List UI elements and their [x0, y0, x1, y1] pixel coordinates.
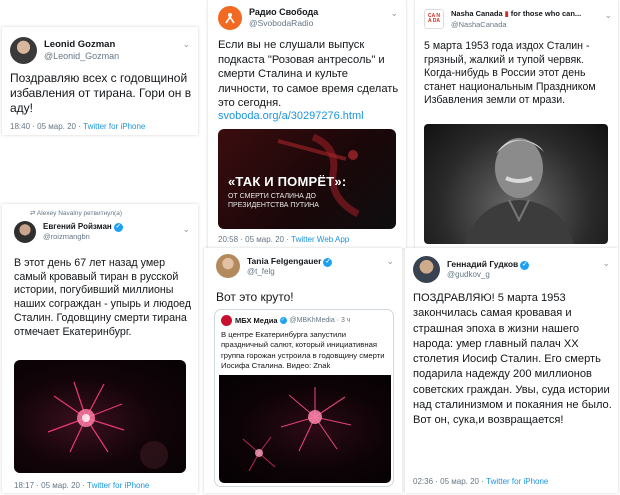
tweet-text: ПОЗДРАВЛЯЮ! 5 марта 1953 закончилась сам…	[413, 292, 612, 427]
tweet-time: 18:17 · 05 мар. 20 ·	[14, 481, 85, 490]
display-name[interactable]: Радио Свобода	[249, 7, 318, 18]
tweet-time: 20:58 · 05 мар. 20 ·	[218, 235, 289, 244]
tweet-text: Если вы не слушали выпуск подкаста "Розо…	[218, 39, 399, 109]
display-name[interactable]: Евгений Ройзман ✓	[43, 222, 123, 233]
tweet-card-roizman[interactable]: ⇄ Alexey Navalny ретвитнул(а) Евгений Ро…	[2, 204, 198, 493]
fireworks-image[interactable]	[14, 360, 186, 473]
stalin-portrait-image[interactable]	[424, 124, 608, 244]
podcast-preview-image[interactable]: «ТАК И ПОМРЁТ»: ОТ СМЕРТИ СТАЛИНА ДО ПРЕ…	[218, 129, 396, 229]
user-handle[interactable]: @SvobodaRadio	[249, 18, 318, 29]
tweet-card-felgengauer[interactable]: Tania Felgengauer ✓ @t_felg ⌄ Вот это кру…	[204, 248, 402, 493]
user-handle[interactable]: @gudkov_g	[447, 270, 529, 280]
tweet-text: В этот день 67 лет назад умер самый кров…	[14, 257, 192, 338]
podcast-subtitle: ОТ СМЕРТИ СТАЛИНА ДО ПРЕЗИДЕНТСТВА ПУТИН…	[228, 193, 319, 209]
chevron-down-icon[interactable]: ⌄	[182, 39, 190, 50]
tweet-card-gudkov[interactable]: Геннадий Гудков ✓ @gudkov_g ⌄ ПОЗДРАВЛЯЮ!…	[405, 248, 618, 493]
tweet-timestamp[interactable]: 02:36 · 05 мар. 20 · Twitter for iPhone	[413, 477, 548, 486]
verified-badge-icon: ✓	[113, 223, 123, 233]
verified-badge-icon: ✓	[520, 261, 530, 270]
chevron-down-icon[interactable]: ⌄	[604, 10, 612, 21]
retweet-icon: ⇄	[30, 210, 36, 217]
display-name[interactable]: Nasha Canada ▮ for those who can...	[451, 9, 581, 20]
user-handle[interactable]: @roizmangbn	[43, 232, 123, 241]
fireworks-burst	[47, 381, 168, 469]
tweet-timestamp[interactable]: 20:58 · 05 мар. 20 · Twitter Web App	[218, 235, 349, 244]
display-name[interactable]: Tania Felgengauer ✓	[247, 256, 333, 267]
quoted-avatar[interactable]	[221, 315, 232, 326]
chevron-down-icon[interactable]: ⌄	[602, 258, 610, 269]
tweet-text: Вот это круто!	[216, 290, 294, 304]
fireworks-burst	[242, 387, 352, 472]
tweet-text: 5 марта 1953 года издох Сталин - грязный…	[424, 40, 596, 107]
tweet-source[interactable]: Twitter Web App	[291, 235, 349, 244]
tweet-card-nashacanada[interactable]: CA NA DA Nasha Canada ▮ for those who ca…	[415, 0, 618, 248]
user-handle[interactable]: @NashaCanada	[451, 20, 581, 29]
avatar[interactable]	[216, 254, 240, 278]
tweet-text: Поздравляю всех с годовщиной избавления …	[10, 71, 192, 115]
tweet-time: 18:40 · 05 мар. 20 ·	[10, 122, 81, 131]
canada-flag-icon: ▮	[504, 11, 509, 18]
display-name[interactable]: Геннадий Гудков ✓	[447, 259, 530, 270]
tweet-card-gozman[interactable]: Leonid Gozman @Leonid_Gozman ⌄ Поздравля…	[2, 27, 198, 135]
quoted-tweet[interactable]: МБХ Медиа ✓ @MBKhMedia · 3 ч В центре Ек…	[214, 309, 394, 487]
user-handle[interactable]: @Leonid_Gozman	[44, 51, 119, 62]
chevron-down-icon[interactable]: ⌄	[182, 224, 190, 235]
tweet-timestamp[interactable]: 18:17 · 05 мар. 20 · Twitter for iPhone	[14, 481, 149, 490]
user-handle[interactable]: @t_felg	[247, 267, 332, 277]
tweet-time: 02:36 · 05 мар. 20 ·	[413, 477, 484, 486]
portrait-silhouette	[464, 138, 574, 244]
avatar[interactable]	[10, 37, 37, 64]
tweet-timestamp[interactable]: 18:40 · 05 мар. 20 · Twitter for iPhone	[10, 122, 145, 131]
quoted-fireworks-video[interactable]	[219, 375, 391, 483]
radio-svoboda-logo-icon	[225, 13, 235, 24]
retweet-indicator[interactable]: ⇄ Alexey Navalny ретвитнул(а)	[30, 209, 122, 217]
quoted-text: В центре Екатеринбурга запустили праздни…	[221, 330, 385, 370]
display-name[interactable]: Leonid Gozman	[44, 39, 119, 51]
avatar[interactable]	[413, 256, 440, 283]
quoted-handle[interactable]: @MBKhMedia · 3 ч	[290, 317, 351, 324]
avatar[interactable]	[218, 6, 242, 30]
nasha-canada-logo: CA NA DA	[427, 13, 441, 25]
avatar[interactable]	[14, 221, 36, 243]
tweet-source[interactable]: Twitter for iPhone	[87, 481, 149, 490]
tweet-source[interactable]: Twitter for iPhone	[486, 477, 548, 486]
tweet-link[interactable]: svoboda.org/a/30297276.html	[218, 110, 364, 122]
tweet-card-svoboda[interactable]: Радио Свобода @SvobodaRadio ⌄ Если вы не…	[208, 0, 406, 248]
chevron-down-icon[interactable]: ⌄	[390, 8, 398, 19]
podcast-title: «ТАК И ПОМРЁТ»:	[228, 174, 347, 189]
avatar[interactable]: CA NA DA	[424, 9, 444, 30]
verified-badge-icon: ✓	[279, 317, 287, 324]
verified-badge-icon: ✓	[323, 257, 333, 267]
tweet-source[interactable]: Twitter for iPhone	[83, 122, 145, 131]
quoted-display-name[interactable]: МБХ Медиа	[235, 316, 278, 325]
chevron-down-icon[interactable]: ⌄	[386, 256, 394, 267]
